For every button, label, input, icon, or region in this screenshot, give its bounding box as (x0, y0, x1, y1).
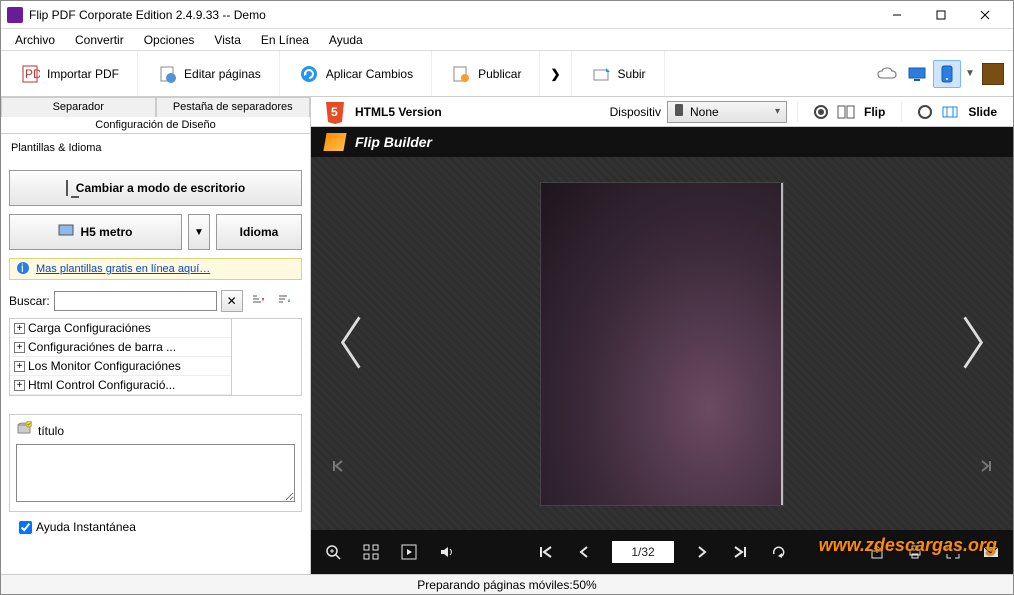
info-icon: i (16, 261, 30, 278)
slide-icon (940, 102, 960, 122)
template-dropdown[interactable]: ▼ (188, 214, 210, 250)
property-title-label: título (38, 424, 64, 438)
svg-text:5: 5 (331, 105, 338, 119)
watermark: www.zdescargas.org (819, 535, 997, 556)
menu-ayuda[interactable]: Ayuda (321, 31, 371, 49)
desktop-mode-icon[interactable] (903, 60, 931, 88)
window-title: Flip PDF Corporate Edition 2.4.9.33 -- D… (29, 8, 875, 22)
flip-icon (836, 102, 856, 122)
database-icon (16, 421, 32, 440)
monitor-icon (66, 181, 68, 195)
template-icon (58, 224, 74, 241)
instant-help-checkbox[interactable]: Ayuda Instantánea (1, 520, 310, 534)
search-label: Buscar: (9, 294, 50, 308)
minimize-button[interactable] (875, 1, 919, 29)
status-bar: Preparando páginas móviles:50% (1, 574, 1013, 594)
tab-separador[interactable]: Separador (1, 97, 156, 117)
clear-search-button[interactable]: ✕ (221, 290, 243, 312)
tree-row[interactable]: +Html Control Configuració... (10, 376, 231, 395)
slide-mode-option[interactable]: Slide (901, 102, 1013, 122)
tree-row[interactable]: +Configuraciónes de barra ... (10, 338, 231, 357)
import-pdf-button[interactable]: PDF Importar PDF (1, 51, 138, 96)
last-page-small[interactable] (979, 459, 993, 476)
menu-vista[interactable]: Vista (206, 31, 248, 49)
zoom-icon[interactable] (323, 542, 343, 562)
gear-page-icon (156, 63, 178, 85)
menu-opciones[interactable]: Opciones (136, 31, 203, 49)
language-button[interactable]: Idioma (216, 214, 302, 250)
maximize-button[interactable] (919, 1, 963, 29)
property-title-input[interactable] (16, 444, 295, 502)
svg-text:PDF: PDF (25, 67, 40, 81)
brand-label: Flip Builder (355, 134, 432, 150)
more-templates-link[interactable]: Mas plantillas gratis en línea aquí… (36, 263, 210, 275)
close-button[interactable] (963, 1, 1007, 29)
device-select[interactable]: None ▾ (667, 101, 787, 123)
config-tree[interactable]: +Carga Configuraciónes +Configuraciónes … (9, 318, 302, 396)
prev-page-arrow[interactable] (317, 294, 385, 393)
menu-convertir[interactable]: Convertir (67, 31, 132, 49)
flipbuilder-logo-icon (323, 133, 346, 151)
html5-icon: 5 (321, 100, 349, 124)
last-page-icon[interactable] (730, 542, 750, 562)
search-input[interactable] (54, 291, 217, 311)
design-config-header: Configuración de Diseño (1, 117, 310, 134)
templates-language-label: Plantillas & Idioma (11, 142, 300, 154)
autoplay-icon[interactable] (399, 542, 419, 562)
settings-grid-icon[interactable] (979, 60, 1007, 88)
page-indicator[interactable]: 1/32 (612, 541, 674, 563)
publish-more-button[interactable]: ❯ (540, 51, 571, 96)
svg-text:i: i (21, 261, 24, 275)
first-page-icon[interactable] (536, 542, 556, 562)
next-page-icon[interactable] (692, 542, 712, 562)
template-select[interactable]: H5 metro (9, 214, 182, 250)
sound-icon[interactable] (437, 542, 457, 562)
thumbnails-icon[interactable] (361, 542, 381, 562)
pdf-icon: PDF (19, 63, 41, 85)
apply-changes-button[interactable]: Aplicar Cambios (280, 51, 432, 96)
edit-pages-button[interactable]: Editar páginas (138, 51, 280, 96)
publish-button[interactable]: Publicar (432, 51, 540, 96)
device-label: Dispositiv (610, 105, 661, 119)
switch-desktop-mode-button[interactable]: Cambiar a modo de escritorio (9, 170, 302, 206)
page-preview (541, 183, 783, 505)
upload-icon (590, 63, 612, 85)
first-page-small[interactable] (331, 459, 345, 476)
mode-dropdown[interactable]: ▼ (963, 68, 977, 79)
publish-icon (450, 63, 472, 85)
mobile-mode-icon[interactable] (933, 60, 961, 88)
sort-up-icon[interactable] (273, 290, 295, 312)
cloud-icon[interactable] (873, 60, 901, 88)
tree-row[interactable]: +Carga Configuraciónes (10, 319, 231, 338)
app-icon (7, 7, 23, 23)
refresh-icon (298, 63, 320, 85)
radio-icon (918, 105, 932, 119)
radio-icon (814, 105, 828, 119)
flip-mode-option[interactable]: Flip (797, 102, 901, 122)
sort-down-icon[interactable] (247, 290, 269, 312)
prev-page-icon[interactable] (574, 542, 594, 562)
phone-icon (674, 103, 684, 120)
next-page-arrow[interactable] (939, 294, 1007, 393)
menu-enlinea[interactable]: En Línea (253, 31, 317, 49)
upload-button[interactable]: Subir (572, 51, 665, 96)
menu-archivo[interactable]: Archivo (7, 31, 63, 49)
tab-pestana[interactable]: Pestaña de separadores (156, 97, 311, 117)
tree-row[interactable]: +Los Monitor Configuraciónes (10, 357, 231, 376)
html5-version-label: HTML5 Version (355, 105, 442, 119)
status-text: Preparando páginas móviles:50% (417, 578, 596, 592)
redo-icon[interactable] (768, 542, 788, 562)
